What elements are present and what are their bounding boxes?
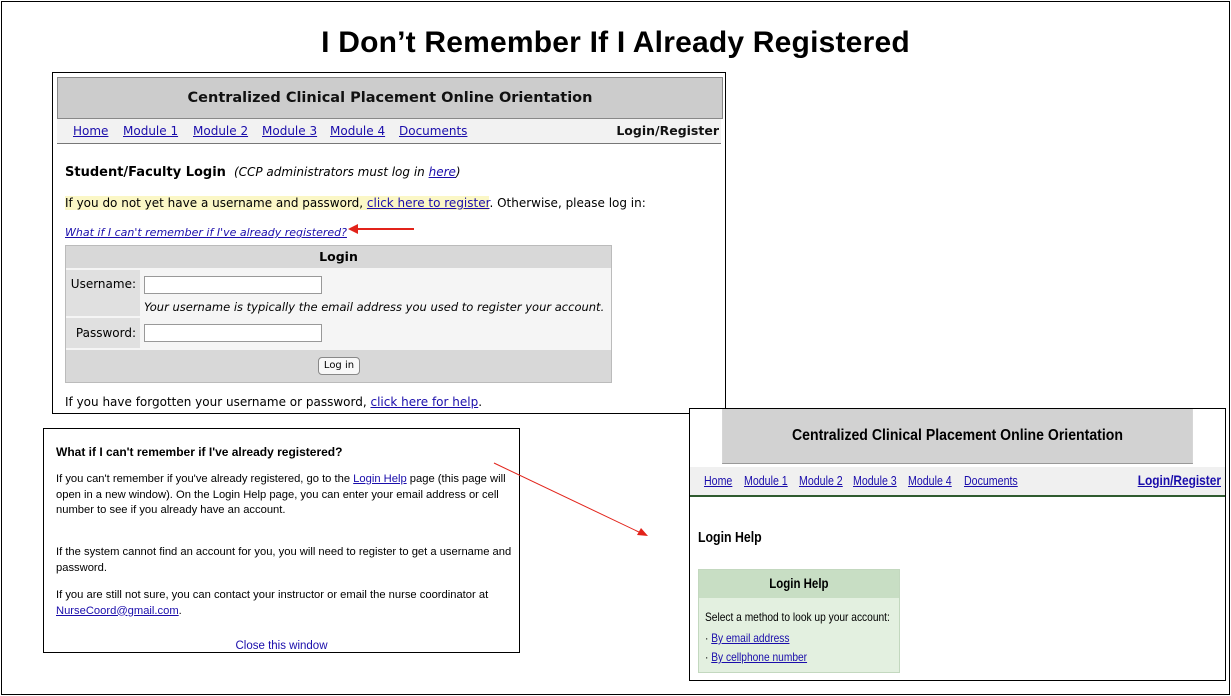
forgot-text-end: . [478, 395, 483, 409]
login-section-heading: Student/Faculty Login (CCP administrators… [65, 165, 461, 180]
login-help-panel-title-text: Login Help [769, 576, 829, 591]
register-line: If you do not yet have a username and pa… [65, 196, 646, 210]
register-highlight: If you do not yet have a username and pa… [65, 196, 490, 210]
help-nav-documents[interactable]: Documents [964, 474, 1018, 488]
help-site-nav: Home Module 1 Module 2 Module 3 Module 4… [690, 467, 1225, 497]
nav-documents[interactable]: Documents [399, 124, 467, 138]
register-text: If you do not yet have a username and pa… [65, 196, 367, 210]
help-page-title: Login Help [698, 530, 762, 546]
popup-para3-text: If you are still not sure, you can conta… [56, 589, 489, 601]
login-help-page-screenshot: Centralized Clinical Placement Online Or… [689, 408, 1226, 681]
password-input[interactable] [144, 324, 322, 342]
whatif-registered-link[interactable]: What if I can't remember if I've already… [65, 226, 347, 239]
popup-paragraph-2: If the system cannot find an account for… [56, 546, 512, 574]
admin-note-end: ) [455, 165, 461, 179]
help-nav-login-register[interactable]: Login/Register [1138, 472, 1221, 488]
nav-module-2[interactable]: Module 2 [193, 124, 248, 138]
popup-para3-text-end: . [178, 604, 182, 617]
nav-module-4[interactable]: Module 4 [330, 124, 385, 138]
popup-title: What if I can't remember if I've already… [56, 445, 343, 459]
close-window-link[interactable]: Close this window [44, 640, 519, 652]
site-header-title: Centralized Clinical Placement Online Or… [57, 77, 723, 119]
lookup-instruction: Select a method to look up your account: [705, 610, 890, 624]
help-nav-home[interactable]: Home [704, 474, 732, 488]
login-form-title: Login [66, 246, 611, 268]
log-in-button[interactable]: Log in [318, 357, 360, 375]
nav-module-3[interactable]: Module 3 [262, 124, 317, 138]
admin-login-link[interactable]: here [429, 165, 456, 179]
site-nav: Home Module 1 Module 2 Module 3 Module 4… [57, 119, 721, 144]
login-form: Login Username: Your username is typical… [65, 245, 612, 383]
popup-paragraph-1: If you can't remember if you've already … [56, 472, 514, 519]
admin-note: (CCP administrators must log in here) [234, 165, 461, 179]
login-page-screenshot: Centralized Clinical Placement Online Or… [52, 72, 726, 414]
nav-login-register-current: Login/Register [616, 123, 719, 138]
password-label: Password: [66, 318, 140, 348]
nav-home[interactable]: Home [73, 124, 108, 138]
login-help-panel: Login Help Select a method to look up yo… [698, 569, 900, 673]
login-help-panel-title: Login Help [699, 570, 899, 598]
popup-para1-text: If you can't remember if you've already … [56, 473, 354, 485]
forgot-help-link[interactable]: click here for help [370, 395, 478, 409]
login-form-footer: Log in [66, 350, 611, 382]
forgot-credentials-line: If you have forgotten your username or p… [65, 395, 482, 409]
help-nav-module-2[interactable]: Module 2 [799, 474, 843, 488]
login-section-title: Student/Faculty Login [65, 165, 226, 180]
whatif-popup-screenshot: What if I can't remember if I've already… [43, 428, 520, 653]
nav-module-1[interactable]: Module 1 [123, 124, 178, 138]
forgot-text: If you have forgotten your username or p… [65, 395, 371, 409]
username-label: Username: [66, 270, 140, 316]
lookup-by-email-link[interactable]: By email address [711, 631, 789, 645]
help-nav-module-3[interactable]: Module 3 [853, 474, 897, 488]
bullet: · [705, 650, 709, 664]
admin-note-text: (CCP administrators must log in [233, 165, 429, 179]
login-help-link[interactable]: Login Help [353, 473, 407, 485]
username-hint: Your username is typically the email add… [144, 300, 605, 314]
register-text-end: . Otherwise, please log in: [489, 196, 646, 210]
popup-paragraph-3: If you are still not sure, you can conta… [56, 588, 514, 619]
bullet: · [705, 631, 709, 645]
lookup-option-cellphone: · By cellphone number [705, 650, 807, 664]
lookup-by-cellphone-link[interactable]: By cellphone number [711, 650, 807, 664]
username-input[interactable] [144, 276, 322, 294]
help-nav-module-1[interactable]: Module 1 [744, 474, 788, 488]
nurse-coord-email-link[interactable]: NurseCoord@gmail.com [56, 605, 179, 617]
help-site-header-title: Centralized Clinical Placement Online Or… [722, 409, 1193, 464]
help-nav-module-4[interactable]: Module 4 [908, 474, 952, 488]
lookup-option-email: · By email address [705, 631, 789, 645]
register-link[interactable]: click here to register [367, 196, 490, 210]
annotation-arrow-icon [348, 224, 414, 234]
slide-title: I Don’t Remember If I Already Registered [321, 26, 910, 59]
